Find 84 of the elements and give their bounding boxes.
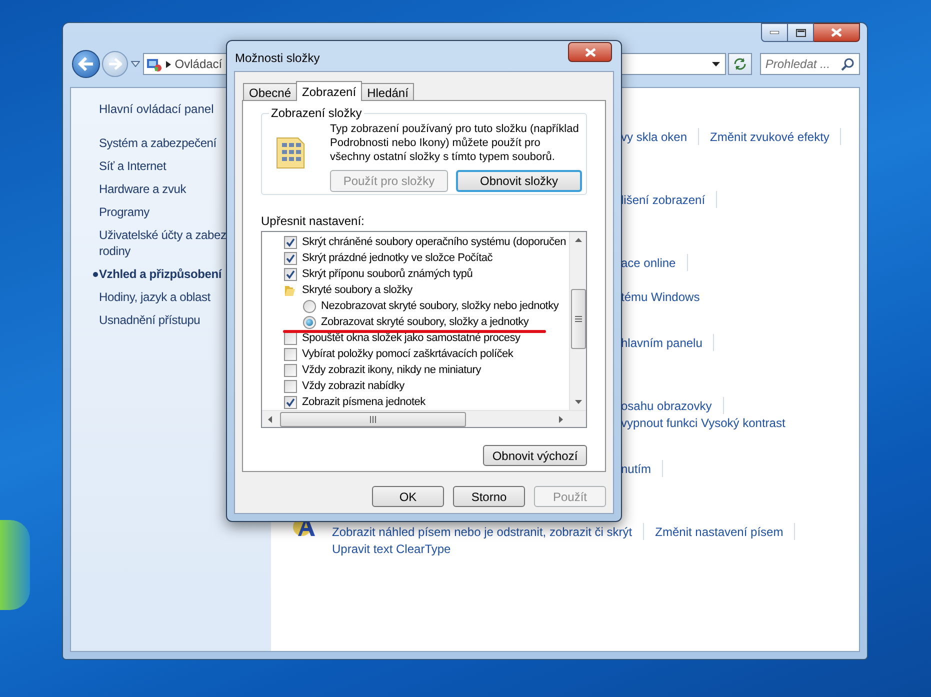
back-button[interactable] <box>72 50 100 78</box>
sidebar-item[interactable]: Uživatelské účty a zabez rodiny <box>99 227 226 259</box>
checkbox[interactable] <box>284 236 297 248</box>
forward-arrow-icon <box>108 58 122 70</box>
restore-defaults-button[interactable]: Obnovit výchozí <box>483 445 587 466</box>
address-text: Ovládací <box>174 56 222 73</box>
link[interactable]: hlavním panelu <box>621 334 702 352</box>
scroll-left-icon[interactable] <box>268 416 272 422</box>
scroll-down-icon[interactable] <box>574 400 582 404</box>
checkbox[interactable] <box>284 380 297 392</box>
horizontal-scrollbar[interactable] <box>262 410 586 427</box>
setting-label: Zobrazovat skryté soubory, složky a jednotky <box>321 316 529 328</box>
advanced-settings-label: Upřesnit nastavení: <box>261 214 366 228</box>
setting-label: Skrýt prázdné jednotky ve složce Počítač <box>302 252 493 264</box>
link[interactable]: tému Windows <box>621 288 700 306</box>
checkbox[interactable] <box>284 252 297 264</box>
sidebar-item[interactable]: Usnadnění přístupu <box>99 312 200 328</box>
setting-label: Spouštět okna složek jako samostatné procesy <box>302 332 520 344</box>
setting-label: Skryté soubory a složky <box>302 284 412 296</box>
chevron-icon <box>166 60 171 68</box>
button[interactable]: Obnovit složky <box>456 170 582 192</box>
scrollbar-thumb[interactable] <box>570 289 586 349</box>
refresh-button[interactable] <box>728 53 752 75</box>
link[interactable]: Zobrazit náhled písem nebo je odstranit, zobrazit či skrýt <box>332 522 632 540</box>
link[interactable]: Změnit zvukové efekty <box>710 128 830 146</box>
search-input: Prohledat ... <box>765 55 842 73</box>
button[interactable]: OK <box>372 486 444 507</box>
sidebar-item[interactable]: Síť a Internet <box>99 158 166 174</box>
checkbox[interactable] <box>284 364 297 376</box>
radio-button[interactable] <box>303 300 316 312</box>
refresh-icon <box>733 58 748 70</box>
scroll-right-icon[interactable] <box>559 416 563 422</box>
setting-label: Vždy zobrazit ikony, nikdy ne miniatury <box>302 364 481 376</box>
minimize-icon <box>770 31 779 34</box>
tab[interactable]: Hledání <box>361 83 414 100</box>
sidebar-item[interactable]: Vzhled a přizpůsobení <box>99 266 222 282</box>
sidebar-item[interactable]: Hodiny, jazyk a oblast <box>99 289 210 305</box>
scrollbar-thumb[interactable] <box>280 412 466 426</box>
link[interactable]: vypnout funkci Vysoký kontrast <box>621 414 786 432</box>
checkbox[interactable] <box>284 348 297 360</box>
control-panel-icon <box>146 56 162 72</box>
search-field[interactable]: Prohledat ... <box>760 53 860 75</box>
dialog-title: Možnosti složky <box>235 50 320 67</box>
dropdown-arrow-icon[interactable] <box>712 62 720 66</box>
close-icon <box>831 28 842 37</box>
group-title: Zobrazení složky <box>269 106 364 120</box>
close-button[interactable] <box>568 42 612 62</box>
grip-icon <box>574 316 582 322</box>
link[interactable]: osahu obrazovky <box>621 396 712 414</box>
sidebar-item[interactable]: Hardware a zvuk <box>99 181 186 197</box>
folder-icon <box>284 284 297 296</box>
selected-bullet-icon <box>93 272 98 277</box>
tab[interactable]: Zobrazení <box>296 81 362 101</box>
radio-button[interactable] <box>303 316 316 328</box>
minimize-button[interactable] <box>761 23 788 42</box>
checkbox[interactable] <box>284 268 297 280</box>
scroll-up-icon[interactable] <box>574 238 582 242</box>
folder-views-description: Typ zobrazení používaný pro tuto složku (například Podrobnosti nebo Ikony) můžete použít pro všechny ostatní složky s tímto typem souborů. <box>330 122 580 164</box>
setting-label: Vybírat položky pomocí zaškrtávacích políček <box>302 348 514 360</box>
link[interactable]: Upravit text ClearType <box>332 540 451 558</box>
sidebar-item[interactable]: Systém a zabezpečení <box>99 135 216 151</box>
link[interactable]: vy skla oken <box>621 128 688 146</box>
close-button[interactable] <box>814 23 860 42</box>
maximize-button[interactable] <box>788 23 814 42</box>
search-icon <box>841 58 854 70</box>
vertical-scrollbar[interactable] <box>569 232 586 410</box>
setting-label: Nezobrazovat skryté soubory, složky nebo jednotky <box>321 300 559 312</box>
link[interactable]: ace online <box>621 254 676 272</box>
button[interactable]: Storno <box>453 486 525 507</box>
setting-label: Vždy zobrazit nabídky <box>302 380 404 392</box>
setting-label: Skrýt příponu souborů známých typů <box>302 268 473 280</box>
dropdown-caret-icon[interactable] <box>130 61 140 67</box>
checkbox[interactable] <box>284 396 297 408</box>
sidebar-item[interactable]: Programy <box>99 204 150 220</box>
close-icon <box>584 48 596 56</box>
link[interactable]: Změnit nastavení písem <box>655 522 784 540</box>
link[interactable]: lišení zobrazení <box>621 190 706 208</box>
maximize-icon <box>796 28 806 36</box>
back-arrow-icon <box>78 57 94 71</box>
link[interactable]: nutím <box>621 460 652 478</box>
setting-label: Zobrazit písmena jednotek <box>302 396 426 408</box>
tab[interactable]: Obecné <box>243 83 298 100</box>
setting-label: Skrýt chráněné soubory operačního systému (doporučen <box>302 236 566 248</box>
grip-icon <box>370 416 376 422</box>
